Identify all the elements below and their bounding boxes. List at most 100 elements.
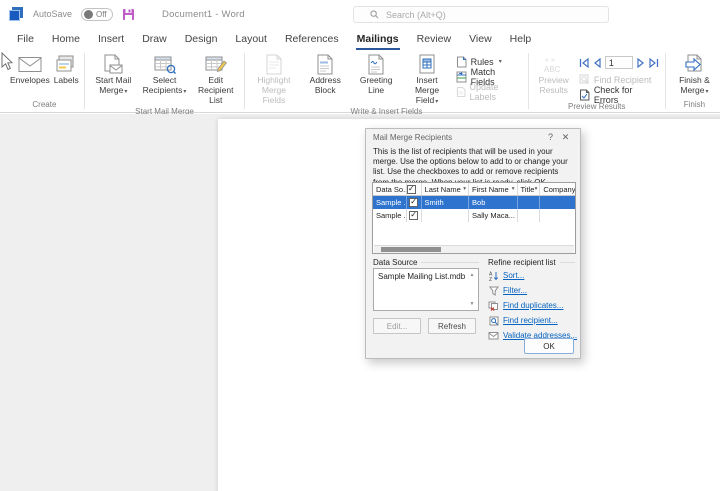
search-input[interactable] — [386, 10, 556, 20]
column-header-title[interactable]: Title▾ — [518, 183, 541, 195]
ribbon-group-start-mail-merge: Start Mail Merge▾ Select Recipients▾ Edi… — [88, 50, 242, 112]
sort-caret-icon[interactable]: ▾ — [512, 186, 515, 192]
select-recipients-button[interactable]: Select Recipients▾ — [139, 52, 190, 97]
cell-company — [540, 196, 575, 209]
tab-layout[interactable]: Layout — [226, 28, 276, 50]
dropdown-caret-icon: ▾ — [124, 89, 127, 95]
table-row[interactable]: Sample ... Sally Maca... — [373, 209, 575, 222]
record-navigation — [576, 55, 662, 70]
mouse-cursor-icon — [0, 52, 13, 71]
tab-insert[interactable]: Insert — [89, 28, 133, 50]
check-for-errors-icon — [579, 89, 590, 101]
cell-last-name — [422, 209, 470, 222]
address-block-icon — [316, 53, 334, 76]
ribbon-group-finish: Finish & Merge▾ Finish — [669, 50, 720, 112]
tab-design[interactable]: Design — [176, 28, 227, 50]
cell-title — [518, 196, 541, 209]
tab-references[interactable]: References — [276, 28, 348, 50]
edit-recipient-list-icon — [205, 53, 227, 76]
envelopes-button[interactable]: Envelopes — [8, 52, 52, 87]
insert-merge-field-button[interactable]: Insert Merge Field▾ — [401, 52, 452, 106]
first-record-icon[interactable] — [579, 58, 589, 68]
dialog-titlebar[interactable]: Mail Merge Recipients ? ✕ — [366, 129, 580, 145]
filter-link-item[interactable]: Filter... — [488, 283, 577, 298]
refresh-button[interactable]: Refresh — [428, 318, 476, 334]
dialog-title: Mail Merge Recipients — [373, 133, 543, 142]
data-source-section-label: Data Source — [373, 258, 479, 267]
find-recipient-link-item[interactable]: Find recipient... — [488, 313, 577, 328]
cell-title — [518, 209, 541, 222]
check-for-errors-button[interactable]: Check for Errors — [576, 88, 662, 101]
dropdown-caret-icon: ▾ — [435, 99, 438, 105]
scrollbar-thumb[interactable] — [381, 247, 441, 252]
sort-caret-icon[interactable]: ▾ — [535, 186, 538, 192]
ribbon-group-preview-results: « »ABC Preview Results Find Recipient — [532, 50, 662, 112]
labels-button[interactable]: Labels — [52, 52, 81, 87]
sort-caret-icon[interactable]: ▾ — [463, 186, 466, 192]
record-number-input[interactable] — [605, 56, 633, 69]
menubar: File Home Insert Draw Design Layout Refe… — [0, 28, 720, 50]
ribbon-separator — [665, 53, 666, 109]
finish-merge-button[interactable]: Finish & Merge▾ — [669, 52, 720, 97]
tab-file[interactable]: File — [8, 28, 43, 50]
autosave-toggle[interactable]: Off — [81, 8, 113, 21]
address-block-button[interactable]: Address Block — [300, 52, 351, 97]
next-record-icon[interactable] — [636, 58, 646, 68]
previous-record-icon[interactable] — [592, 58, 602, 68]
envelope-icon — [18, 53, 42, 76]
svg-text:« »: « » — [545, 57, 555, 64]
ribbon: Envelopes Labels Create Start Mail Merge… — [0, 50, 720, 113]
start-mail-merge-icon — [103, 53, 123, 76]
document-title: Document1 - Word — [162, 9, 245, 20]
refine-section-label: Refine recipient list — [488, 258, 575, 267]
cell-data-source: Sample ... — [373, 196, 407, 209]
ribbon-group-write-insert: Highlight Merge Fields Address Block Gre… — [248, 50, 524, 112]
cell-first-name: Sally Maca... — [469, 209, 518, 222]
scroll-down-icon[interactable]: ▼ — [470, 301, 475, 307]
column-header-last-name[interactable]: Last Name▾ — [422, 183, 470, 195]
find-recipient-link[interactable]: Find recipient... — [503, 316, 558, 325]
column-header-first-name[interactable]: First Name▾ — [469, 183, 518, 195]
close-icon[interactable]: ✕ — [558, 132, 573, 143]
greeting-line-icon — [367, 53, 385, 76]
preview-results-button: « »ABC Preview Results — [532, 52, 576, 97]
search-box[interactable] — [353, 6, 609, 23]
edit-button[interactable]: Edit... — [373, 318, 421, 334]
tab-mailings[interactable]: Mailings — [348, 28, 408, 50]
find-recipient-icon — [579, 74, 590, 85]
find-duplicates-link-item[interactable]: Find duplicates... — [488, 298, 577, 313]
cell-company — [540, 209, 575, 222]
header-checkbox[interactable] — [407, 185, 416, 194]
data-source-item[interactable]: Sample Mailing List.mdb — [374, 269, 478, 284]
ok-button[interactable]: OK — [524, 338, 574, 354]
column-header-company[interactable]: Company N... — [540, 183, 575, 195]
tab-review[interactable]: Review — [408, 28, 460, 50]
sort-link-item[interactable]: AZ Sort... — [488, 268, 577, 283]
dropdown-caret-icon: ▾ — [499, 58, 502, 65]
horizontal-scrollbar[interactable] — [374, 245, 574, 253]
tab-help[interactable]: Help — [501, 28, 541, 50]
tab-view[interactable]: View — [460, 28, 501, 50]
column-header-data-source[interactable]: Data So... — [373, 183, 407, 195]
scroll-up-icon[interactable]: ▲ — [470, 272, 475, 278]
filter-link[interactable]: Filter... — [503, 286, 527, 295]
data-source-listbox[interactable]: Sample Mailing List.mdb ▲ ▼ — [373, 268, 479, 311]
help-icon[interactable]: ? — [543, 132, 558, 142]
tab-draw[interactable]: Draw — [133, 28, 176, 50]
row-checkbox[interactable] — [409, 198, 418, 207]
recipients-table[interactable]: Data So... Last Name▾ First Name▾ Title▾… — [372, 182, 576, 254]
column-header-include[interactable] — [407, 183, 422, 195]
row-checkbox[interactable] — [409, 211, 418, 220]
table-row[interactable]: Sample ... Smith Bob — [373, 196, 575, 209]
listbox-scroll-arrows[interactable]: ▲ ▼ — [467, 270, 477, 309]
tab-home[interactable]: Home — [43, 28, 89, 50]
update-labels-button: Update Labels — [453, 85, 525, 98]
greeting-line-button[interactable]: Greeting Line — [351, 52, 401, 97]
find-duplicates-link[interactable]: Find duplicates... — [503, 301, 563, 310]
sort-link[interactable]: Sort... — [503, 271, 524, 280]
update-labels-icon — [456, 86, 466, 98]
save-icon[interactable] — [122, 8, 135, 21]
start-mail-merge-button[interactable]: Start Mail Merge▾ — [88, 52, 139, 97]
last-record-icon[interactable] — [649, 58, 659, 68]
edit-recipient-list-button[interactable]: Edit Recipient List — [190, 52, 241, 106]
